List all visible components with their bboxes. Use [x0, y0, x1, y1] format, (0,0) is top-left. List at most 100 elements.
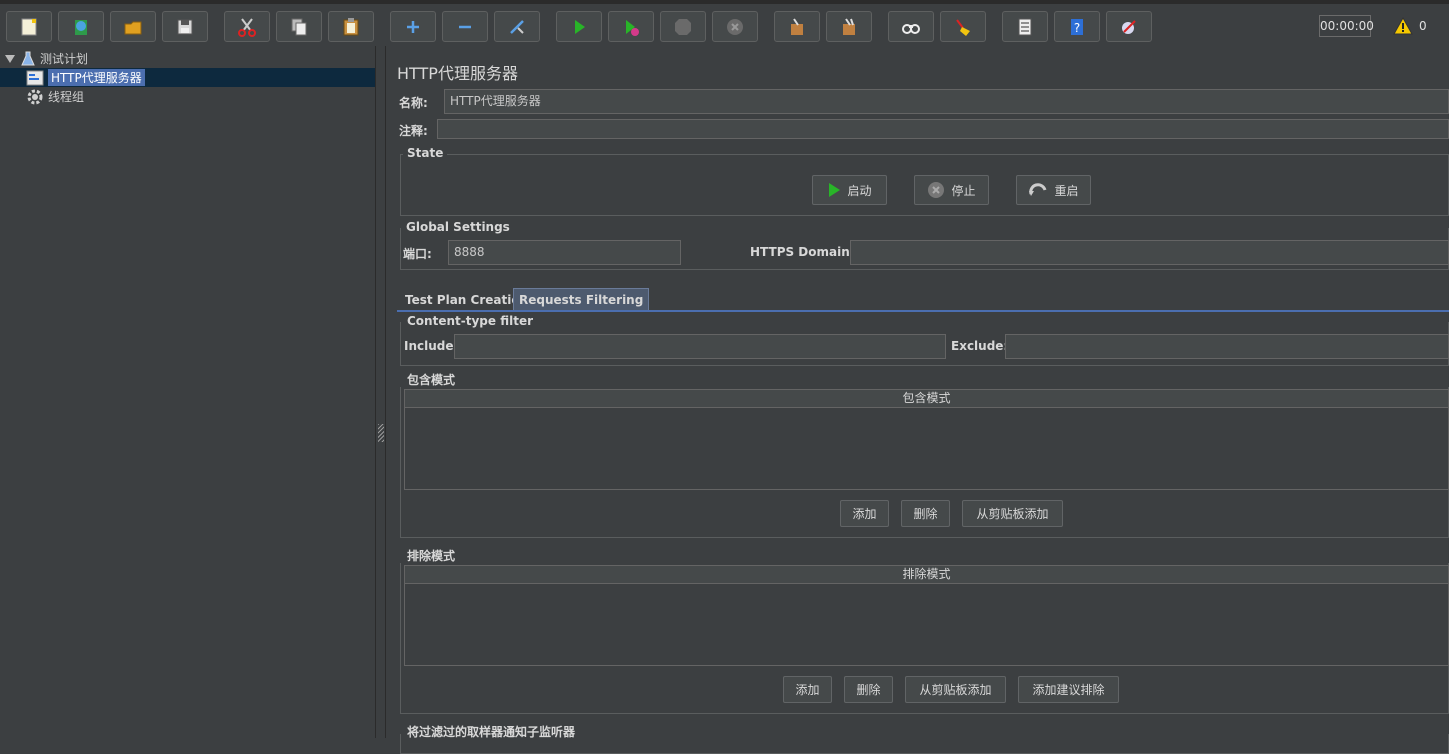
save-icon	[177, 19, 193, 34]
include-add-button[interactable]: 添加	[840, 500, 889, 527]
reset-search-button[interactable]	[940, 11, 986, 42]
new-icon	[21, 18, 37, 35]
stop-label: 停止	[951, 183, 976, 198]
exclude-delete-button[interactable]: 删除	[844, 676, 893, 703]
global-settings-title: Global Settings	[402, 220, 514, 234]
clear-all-button[interactable]	[826, 11, 872, 42]
start-button[interactable]	[556, 11, 602, 42]
remote-button[interactable]	[1106, 11, 1152, 42]
include-patterns-title: 包含模式	[403, 371, 460, 388]
svg-text:?: ?	[1074, 21, 1080, 35]
port-label: 端口:	[403, 247, 432, 261]
tree-item-http-proxy[interactable]: HTTP代理服务器	[0, 68, 375, 87]
warning-icon	[1393, 16, 1413, 35]
include-delete-button[interactable]: 删除	[901, 500, 950, 527]
exclude-patterns-title: 排除模式	[403, 547, 460, 564]
tree-item-thread-group[interactable]: 线程组	[26, 87, 84, 106]
page-title: HTTP代理服务器	[397, 64, 518, 83]
comment-field[interactable]	[437, 119, 1449, 139]
cut-button[interactable]	[224, 11, 270, 42]
restart-label: 重启	[1054, 183, 1079, 198]
reset-search-icon	[956, 18, 970, 36]
start-icon	[575, 19, 585, 34]
include-paste-button[interactable]: 从剪贴板添加	[962, 500, 1063, 527]
start-no-pauses-icon	[626, 19, 639, 36]
clear-icon	[791, 17, 803, 35]
new-button[interactable]	[6, 11, 52, 42]
comment-label: 注释:	[399, 124, 428, 138]
tree-item-test-plan[interactable]: 测试计划	[4, 49, 88, 68]
content-type-filter-title: Content-type filter	[403, 314, 537, 328]
tab-underline	[397, 310, 1449, 312]
include-label: Include:	[404, 339, 459, 353]
stop-proxy-button[interactable]: 停止	[914, 175, 989, 205]
collapse-button[interactable]	[442, 11, 488, 42]
shutdown-button[interactable]	[712, 11, 758, 42]
flask-icon	[21, 51, 35, 65]
shutdown-icon	[727, 18, 743, 35]
menu-strip	[0, 0, 1449, 4]
copy-button[interactable]	[276, 11, 322, 42]
exclude-paste-button[interactable]: 从剪贴板添加	[905, 676, 1006, 703]
https-domains-label: HTTPS Domains:	[750, 245, 862, 259]
state-title: State	[403, 146, 448, 160]
open-button[interactable]	[110, 11, 156, 42]
search-icon	[902, 23, 920, 34]
function-helper-button[interactable]	[1002, 11, 1048, 42]
start-label: 启动	[847, 183, 872, 198]
exclude-label: Exclude:	[951, 339, 1009, 353]
notify-title: 将过滤过的取样器通知子监听器	[403, 723, 580, 740]
tree-expand-icon[interactable]	[4, 53, 16, 65]
restart-icon	[1029, 183, 1047, 196]
gear-icon	[27, 89, 43, 104]
play-icon	[829, 183, 841, 197]
name-field[interactable]: HTTP代理服务器	[444, 89, 1449, 114]
clear-all-icon	[843, 17, 855, 35]
start-no-pauses-button[interactable]	[608, 11, 654, 42]
remote-icon	[1122, 19, 1136, 34]
exclude-field[interactable]	[1005, 334, 1449, 359]
toggle-icon	[510, 19, 524, 34]
templates-button[interactable]	[58, 11, 104, 42]
copy-icon	[291, 18, 307, 35]
toolbar: ? 00:00:00 0	[0, 0, 1449, 50]
warning-indicator[interactable]: 0	[1393, 15, 1427, 37]
exclude-patterns-table[interactable]: 排除模式	[404, 565, 1449, 666]
exclude-add-button[interactable]: 添加	[783, 676, 832, 703]
splitter-grip[interactable]	[378, 424, 384, 442]
stop-button[interactable]	[660, 11, 706, 42]
clear-button[interactable]	[774, 11, 820, 42]
start-proxy-button[interactable]: 启动	[812, 175, 887, 205]
help-button[interactable]: ?	[1054, 11, 1100, 42]
templates-icon	[75, 19, 87, 35]
proxy-icon	[26, 70, 44, 85]
include-patterns-table[interactable]: 包含模式	[404, 389, 1449, 490]
elapsed-timer: 00:00:00	[1319, 15, 1374, 37]
cut-icon	[238, 17, 256, 37]
include-field[interactable]	[454, 334, 946, 359]
restart-proxy-button[interactable]: 重启	[1016, 175, 1091, 205]
name-label: 名称:	[399, 96, 428, 110]
tree-item-label: HTTP代理服务器	[48, 69, 145, 86]
help-icon: ?	[1071, 18, 1083, 35]
expand-icon	[407, 20, 419, 33]
splitter[interactable]	[376, 46, 386, 738]
paste-button[interactable]	[328, 11, 374, 42]
test-plan-tree: 测试计划 HTTP代理服务器 线程组	[0, 46, 376, 738]
search-button[interactable]	[888, 11, 934, 42]
tree-item-label: 线程组	[48, 90, 85, 104]
https-domains-field[interactable]	[850, 240, 1449, 265]
warning-count: 0	[1419, 19, 1427, 33]
include-patterns-column-header[interactable]: 包含模式	[405, 390, 1448, 408]
tab-requests-filtering[interactable]: Requests Filtering	[513, 288, 650, 311]
exclude-patterns-column-header[interactable]: 排除模式	[405, 566, 1448, 584]
tree-item-label: 测试计划	[40, 52, 89, 66]
collapse-icon	[459, 25, 471, 28]
function-helper-icon	[1018, 18, 1032, 35]
expand-button[interactable]	[390, 11, 436, 42]
save-button[interactable]	[162, 11, 208, 42]
port-field[interactable]: 8888	[448, 240, 681, 265]
toggle-button[interactable]	[494, 11, 540, 42]
exclude-suggest-button[interactable]: 添加建议排除	[1018, 676, 1119, 703]
proxy-panel: HTTP代理服务器 名称: HTTP代理服务器 注释: State 启动 停止 …	[387, 46, 1449, 754]
